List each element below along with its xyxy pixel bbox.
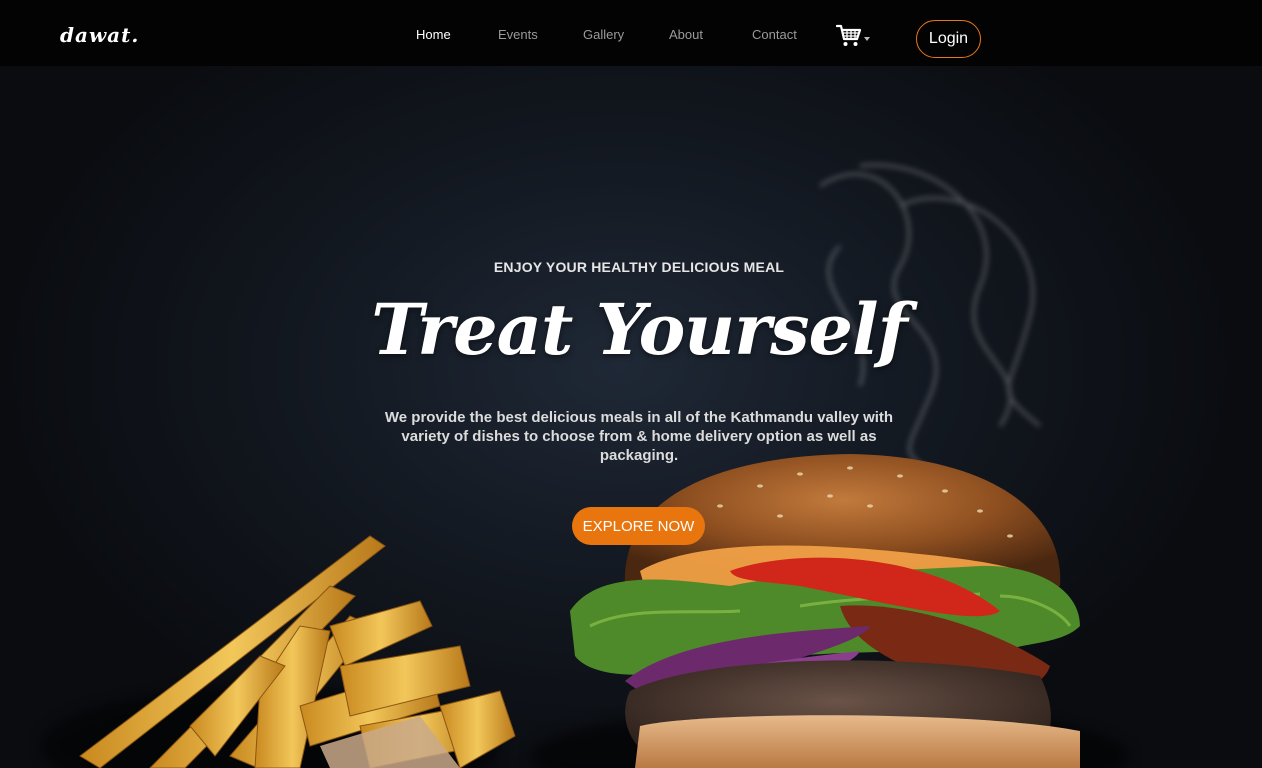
hero-section: ENJOY YOUR HEALTHY DELICIOUS MEAL Treat … (0, 66, 1262, 768)
chevron-down-icon[interactable] (864, 37, 870, 41)
burger-image (530, 454, 1130, 768)
nav-link-events[interactable]: Events (498, 27, 538, 42)
login-button[interactable]: Login (916, 20, 981, 58)
nav-link-about[interactable]: About (669, 27, 703, 42)
hero-eyebrow: ENJOY YOUR HEALTHY DELICIOUS MEAL (493, 259, 785, 275)
nav-link-contact[interactable]: Contact (752, 27, 797, 42)
hero-description: We provide the best delicious meals in a… (384, 409, 894, 464)
navbar: dawat. Home Events Gallery About Contact… (0, 0, 1262, 66)
french-fries-image (40, 535, 516, 768)
hero-headline: Treat Yourself (371, 288, 907, 371)
nav-link-gallery[interactable]: Gallery (583, 27, 624, 42)
brand-logo[interactable]: dawat. (60, 23, 139, 47)
nav-link-home[interactable]: Home (416, 27, 451, 42)
explore-now-button[interactable]: EXPLORE NOW (572, 507, 705, 545)
